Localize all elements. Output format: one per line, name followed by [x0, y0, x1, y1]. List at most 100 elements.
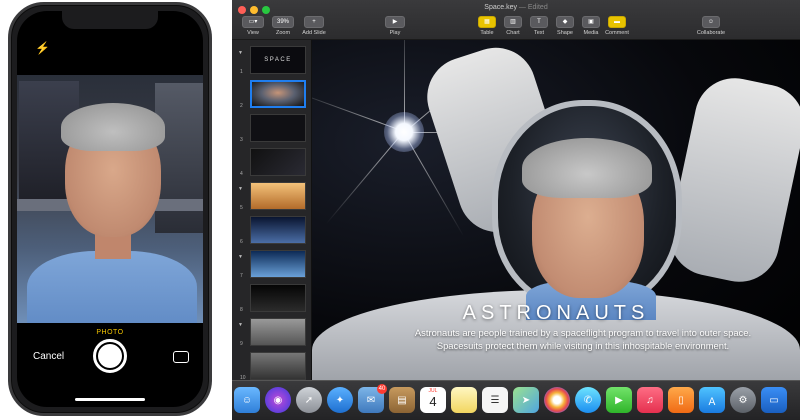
slide-canvas[interactable]: ASTRONAUTS Astronauts are people trained…: [312, 40, 800, 380]
slide-number: 2: [240, 103, 243, 109]
collaborate-icon: ☺: [702, 16, 720, 28]
slide-thumbnail[interactable]: ▼ 7: [234, 248, 310, 280]
notes-icon[interactable]: [451, 387, 477, 413]
slide-title[interactable]: ASTRONAUTS: [312, 302, 800, 325]
media-icon: ▣: [582, 16, 600, 28]
table-button[interactable]: ▦ Table: [476, 16, 498, 36]
slide-number: 4: [240, 171, 243, 177]
zoom-control[interactable]: 39% Zoom: [270, 16, 296, 36]
calendar-day: 4: [429, 394, 437, 409]
notch: [62, 11, 158, 29]
view-icon: ▭▾: [242, 16, 264, 28]
shape-icon: ◆: [556, 16, 574, 28]
slide-number: 1: [240, 69, 243, 75]
reminders-icon[interactable]: ☰: [482, 387, 508, 413]
cancel-button[interactable]: Cancel: [33, 351, 64, 362]
maps-icon[interactable]: ➤: [513, 387, 539, 413]
slide-preview: SPACE: [250, 46, 306, 74]
add-slide-button[interactable]: + Add Slide: [298, 16, 330, 36]
media-label: Media: [583, 30, 599, 36]
slide-preview: [250, 352, 306, 380]
collaborate-label: Collaborate: [696, 30, 726, 36]
slide-preview: [250, 250, 306, 278]
slide-thumbnail[interactable]: 10: [234, 350, 310, 380]
finder-icon[interactable]: ☺: [234, 387, 260, 413]
chart-icon: ▥: [504, 16, 522, 28]
keynote-icon[interactable]: ▭: [761, 387, 787, 413]
toolbar: Space.key — Edited ▭▾ View 39% Zoom + Ad…: [232, 0, 800, 40]
chart-button[interactable]: ▥ Chart: [502, 16, 524, 36]
messages-icon[interactable]: ✆: [575, 387, 601, 413]
media-button[interactable]: ▣ Media: [580, 16, 602, 36]
slide-thumbnail[interactable]: ▼ SPACE 1: [234, 44, 310, 76]
comment-button[interactable]: ▬ Comment: [604, 16, 630, 36]
flash-icon[interactable]: ⚡: [35, 41, 50, 55]
slide-preview: [250, 114, 306, 142]
disclosure-triangle-icon[interactable]: ▼: [238, 186, 243, 192]
play-icon: ▶: [385, 16, 405, 28]
slide-thumbnail[interactable]: 3: [234, 112, 310, 144]
books-icon[interactable]: ▯: [668, 387, 694, 413]
facetime-icon[interactable]: ▶: [606, 387, 632, 413]
table-icon: ▦: [478, 16, 496, 28]
slide-thumbnail[interactable]: ▼ 5: [234, 180, 310, 212]
view-label: View: [247, 30, 259, 36]
slide-thumbnail-selected[interactable]: 2: [234, 78, 310, 110]
siri-icon[interactable]: ◉: [265, 387, 291, 413]
slide-body[interactable]: Astronauts are people trained by a space…: [378, 326, 788, 352]
slide-thumbnail[interactable]: 8: [234, 282, 310, 314]
table-label: Table: [480, 30, 494, 36]
slide-preview: [250, 284, 306, 312]
system-preferences-icon[interactable]: ⚙: [730, 387, 756, 413]
disclosure-triangle-icon[interactable]: ▼: [238, 50, 243, 56]
slide-number: 3: [240, 137, 243, 143]
shape-button[interactable]: ◆ Shape: [554, 16, 576, 36]
slide-preview: [250, 182, 306, 210]
slide-number: 7: [240, 273, 243, 279]
dock-icons: ☺ ◉ ➚ ✦ ✉ 40 ▤ JUL 4 ☰ ➤ ✆ ▶ ♫ ▯ Ａ ⚙ ▭: [234, 384, 787, 413]
slide-number: 5: [240, 205, 243, 211]
disclosure-triangle-icon[interactable]: ▼: [238, 254, 243, 260]
text-icon: T: [530, 16, 548, 28]
comment-label: Comment: [605, 30, 629, 36]
text-label: Text: [533, 30, 545, 36]
mail-icon[interactable]: ✉ 40: [358, 384, 387, 413]
calendar-icon[interactable]: JUL 4: [420, 387, 446, 413]
camera-flip-icon[interactable]: [173, 351, 189, 363]
document-title: Space.key: [484, 4, 517, 11]
view-button[interactable]: ▭▾ View: [240, 16, 266, 36]
slide-thumbnail-title: SPACE: [264, 57, 292, 63]
slide-thumbnail[interactable]: 6: [234, 214, 310, 246]
dock: ☺ ◉ ➚ ✦ ✉ 40 ▤ JUL 4 ☰ ➤ ✆ ▶ ♫ ▯ Ａ ⚙ ▭: [232, 380, 800, 420]
slide-thumbnail[interactable]: 4: [234, 146, 310, 178]
app-store-icon[interactable]: Ａ: [699, 387, 725, 413]
contacts-icon[interactable]: ▤: [389, 387, 415, 413]
safari-icon[interactable]: ✦: [327, 387, 353, 413]
play-label: Play: [389, 30, 401, 36]
slide-preview: [250, 318, 306, 346]
home-indicator[interactable]: [75, 398, 145, 401]
photos-icon[interactable]: [544, 387, 570, 413]
camera-screen: ⚡ PHOTO Cancel: [17, 11, 203, 407]
slide-thumbnail[interactable]: ▼ 9: [234, 316, 310, 348]
camera-mode-photo[interactable]: PHOTO: [17, 329, 203, 336]
slide-number: 8: [240, 307, 243, 313]
shutter-button[interactable]: [93, 339, 127, 373]
window-title: Space.key — Edited: [232, 4, 800, 11]
person-hair: [522, 138, 652, 198]
slide-body-line: Astronauts are people trained by a space…: [414, 327, 752, 338]
slide-navigator[interactable]: ▼ SPACE 1 2 3 4 ▼ 5 6 ▼ 7 8 ▼ 9 10: [232, 40, 312, 380]
slide-preview: [250, 148, 306, 176]
launchpad-icon[interactable]: ➚: [296, 387, 322, 413]
play-button[interactable]: ▶ Play: [382, 16, 408, 36]
person-shirt: [27, 251, 197, 323]
sun-flare: [384, 112, 424, 152]
document-status: — Edited: [518, 4, 548, 11]
text-button[interactable]: T Text: [528, 16, 550, 36]
comment-icon: ▬: [608, 16, 626, 28]
keynote-window: Space.key — Edited ▭▾ View 39% Zoom + Ad…: [232, 0, 800, 420]
camera-viewfinder: [17, 75, 203, 323]
disclosure-triangle-icon[interactable]: ▼: [238, 322, 243, 328]
collaborate-button[interactable]: ☺ Collaborate: [694, 16, 728, 36]
itunes-icon[interactable]: ♫: [637, 387, 663, 413]
